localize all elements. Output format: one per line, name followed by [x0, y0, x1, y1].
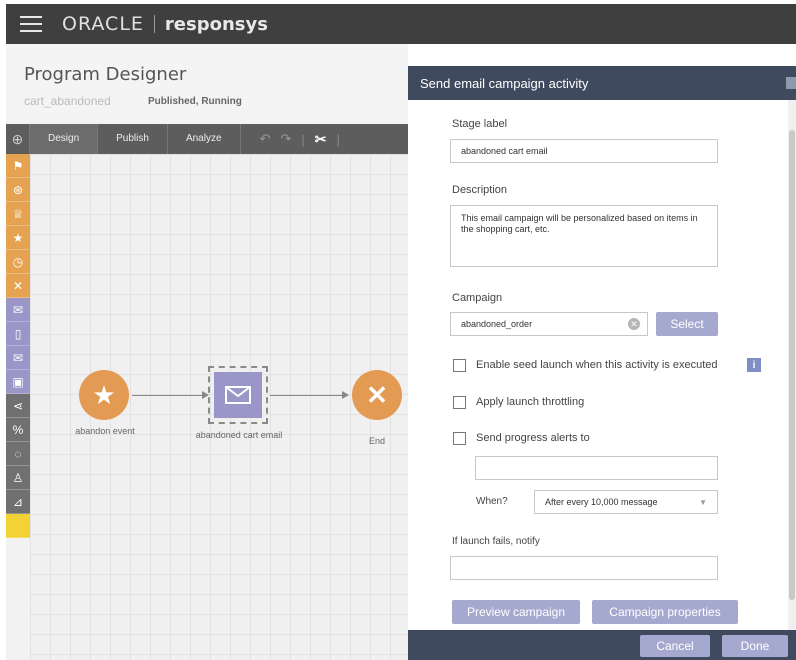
brand-logo: ORACLE — [62, 13, 144, 35]
trophy-icon[interactable]: ♕ — [6, 202, 30, 226]
toolbar-divider: | — [336, 131, 340, 147]
done-button[interactable]: Done — [722, 635, 788, 657]
seed-launch-checkbox[interactable] — [453, 359, 466, 372]
connector — [270, 395, 342, 396]
designer-tabbar: ⊕ Design Publish Analyze ↶ ↷ | ✂ | — [6, 124, 408, 154]
split-icon[interactable]: ⋖ — [6, 394, 30, 418]
seed-launch-label: Enable seed launch when this activity is… — [476, 359, 718, 371]
campaign-input[interactable]: abandoned_order — [450, 312, 648, 336]
progress-alerts-label: Send progress alerts to — [476, 432, 590, 444]
start-node-label: abandon event — [75, 426, 135, 436]
progress-alerts-checkbox[interactable] — [453, 432, 466, 445]
percent-icon[interactable]: % — [6, 418, 30, 442]
launch-fail-input[interactable] — [450, 556, 718, 580]
activity-panel: Send email campaign activity Stage label… — [408, 66, 796, 660]
email-icon[interactable]: ✉ — [6, 298, 30, 322]
panel-footer: Cancel Done — [408, 630, 796, 660]
email-icon[interactable]: ✉ — [6, 346, 30, 370]
program-status: Published, Running — [148, 96, 242, 107]
email-icon — [225, 386, 251, 404]
star-icon: ★ — [92, 380, 116, 410]
start-node[interactable]: ★ — [79, 370, 129, 420]
throttling-label: Apply launch throttling — [476, 396, 585, 408]
menu-icon[interactable] — [20, 16, 42, 32]
clear-icon[interactable]: ✕ — [628, 318, 640, 330]
panel-header: Send email campaign activity — [408, 66, 796, 100]
progress-alerts-input[interactable] — [475, 456, 718, 480]
program-designer: Program Designer cart_abandoned Publishe… — [6, 44, 408, 660]
program-name: cart_abandoned — [24, 94, 111, 108]
chevron-down-icon: ▼ — [699, 497, 707, 507]
campaign-properties-button[interactable]: Campaign properties — [592, 600, 738, 624]
stage-label-input[interactable]: abandoned cart email — [450, 139, 718, 163]
product-name: responsys — [164, 13, 268, 35]
chart-icon[interactable]: ⊿ — [6, 490, 30, 514]
close-icon[interactable] — [786, 77, 796, 89]
panel-scrollbar[interactable] — [788, 100, 796, 630]
person-icon[interactable]: ♙ — [6, 466, 30, 490]
select-campaign-button[interactable]: Select — [656, 312, 718, 336]
briefcase-icon[interactable]: ▣ — [6, 370, 30, 394]
filter-icon[interactable]: ⚑ — [6, 154, 30, 178]
preview-campaign-button[interactable]: Preview campaign — [452, 600, 580, 624]
launch-fail-label: If launch fails, notify — [452, 536, 540, 547]
email-node-label: abandoned cart email — [195, 430, 283, 440]
close-icon: ✕ — [366, 380, 388, 410]
download-icon[interactable]: ⊛ — [6, 178, 30, 202]
end-node[interactable]: ✕ — [352, 370, 402, 420]
mobile-icon[interactable]: ▯ — [6, 322, 30, 346]
cancel-button[interactable]: Cancel — [640, 635, 710, 657]
add-icon[interactable]: ⊕ — [6, 124, 30, 154]
info-icon[interactable]: i — [747, 358, 761, 372]
scissors-icon[interactable]: ✂ — [310, 131, 332, 148]
note-icon[interactable]: ■ — [6, 514, 30, 538]
design-canvas[interactable]: ★ abandon event abandoned cart email ✕ E… — [30, 154, 408, 660]
email-node[interactable] — [214, 372, 262, 418]
redo-icon[interactable]: ↷ — [275, 131, 296, 147]
clock-icon[interactable]: ◷ — [6, 250, 30, 274]
when-label: When? — [476, 496, 508, 507]
panel-title: Send email campaign activity — [420, 76, 589, 91]
end-node-label: End — [368, 436, 385, 446]
dotted-circle-icon[interactable]: ◌ — [6, 442, 30, 466]
close-icon[interactable]: ✕ — [6, 274, 30, 298]
when-select-value: After every 10,000 message — [545, 497, 658, 507]
scroll-thumb[interactable] — [789, 130, 795, 600]
connector-arrow — [342, 391, 349, 399]
page-title: Program Designer — [24, 64, 187, 85]
app-header: ORACLE responsys — [6, 4, 796, 44]
tab-publish[interactable]: Publish — [98, 124, 168, 154]
connector — [132, 395, 202, 396]
undo-icon[interactable]: ↶ — [255, 131, 276, 147]
brand-divider — [153, 15, 155, 33]
star-icon[interactable]: ★ — [6, 226, 30, 250]
page-header: Program Designer cart_abandoned Publishe… — [6, 44, 408, 122]
toolbar-divider: | — [301, 131, 305, 147]
description-textarea[interactable]: This email campaign will be personalized… — [450, 205, 718, 267]
description-label: Description — [452, 184, 508, 196]
activity-palette: ⚑ ⊛ ♕ ★ ◷ ✕ ✉ ▯ ✉ ▣ ⋖ % ◌ ♙ ⊿ ■ — [6, 154, 30, 660]
tab-analyze[interactable]: Analyze — [168, 124, 241, 154]
throttling-checkbox[interactable] — [453, 396, 466, 409]
stage-label-label: Stage label — [452, 118, 508, 130]
when-select[interactable]: After every 10,000 message ▼ — [534, 490, 718, 514]
campaign-label: Campaign — [452, 292, 503, 304]
tab-design[interactable]: Design — [30, 124, 99, 154]
